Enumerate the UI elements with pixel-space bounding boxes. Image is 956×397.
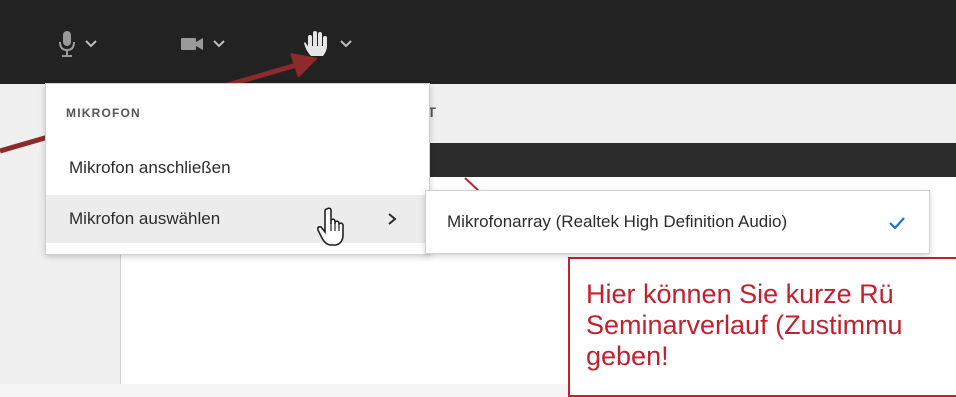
menu-item-connect-microphone[interactable]: Mikrofon anschließen <box>46 144 429 192</box>
menu-item-label: Mikrofon anschließen <box>69 158 231 177</box>
annotation-callout: Hier können Sie kurze Rü Seminarverlauf … <box>568 257 956 397</box>
chevron-down-icon <box>85 40 97 48</box>
hand-pointer-cursor-icon <box>317 207 344 246</box>
checkmark-icon <box>889 217 905 229</box>
callout-line-3: geben! <box>586 341 669 371</box>
raise-hand-icon <box>304 31 327 56</box>
camera-menu-button[interactable] <box>180 26 226 62</box>
top-toolbar <box>0 0 956 84</box>
microphone-device-submenu: Mikrofonarray (Realtek High Definition A… <box>425 190 930 254</box>
menu-item-select-microphone[interactable]: Mikrofon auswählen <box>46 195 429 243</box>
callout-line-1: Hier können Sie kurze Rü <box>586 279 894 309</box>
chevron-down-icon <box>213 40 225 48</box>
chevron-right-icon <box>388 213 397 225</box>
raise-hand-menu-button[interactable] <box>303 26 353 62</box>
microphone-menu-button[interactable] <box>58 26 98 62</box>
submenu-item-label: Mikrofonarray (Realtek High Definition A… <box>447 212 788 231</box>
pod-title-strip <box>395 143 956 177</box>
camera-icon <box>181 38 203 50</box>
microphone-icon <box>59 31 75 57</box>
callout-line-2: Seminarverlauf (Zustimmu <box>586 310 903 340</box>
microphone-dropdown-menu: MIKROFON Mikrofon anschließen Mikrofon a… <box>45 83 430 255</box>
submenu-item-realtek-mic-array[interactable]: Mikrofonarray (Realtek High Definition A… <box>426 199 929 245</box>
menu-item-label: Mikrofon auswählen <box>69 209 221 228</box>
menu-heading: MIKROFON <box>66 106 141 120</box>
chevron-down-icon <box>340 40 352 48</box>
